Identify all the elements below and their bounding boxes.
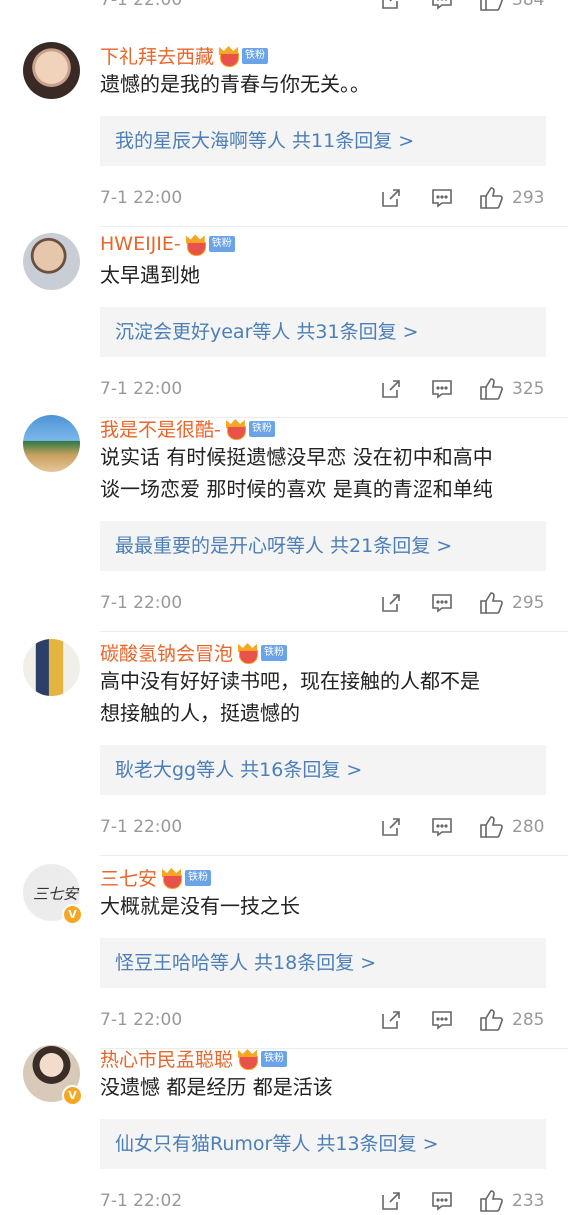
comment-username-row: 热心市民孟聪聪 铁粉	[100, 1045, 288, 1072]
fan-badge: 铁粉	[185, 869, 212, 886]
comment-meta-row: 7-1 22:02 233	[100, 1189, 550, 1215]
crown-badge-icon	[237, 643, 259, 664]
comment-username-row: 三七安 铁粉	[100, 864, 212, 891]
thumbs-up-icon[interactable]	[479, 591, 505, 615]
share-icon[interactable]	[379, 377, 403, 401]
crown-badge-icon	[225, 419, 246, 440]
comment-icon[interactable]	[430, 1189, 454, 1213]
fan-badge: 铁粉	[208, 236, 235, 252]
replies-link[interactable]: 最最重要的是开心呀等人 共21条回复 >	[100, 521, 546, 571]
share-icon[interactable]	[379, 0, 403, 12]
thumbs-up-icon[interactable]	[479, 1008, 505, 1032]
thumbs-up-icon[interactable]	[479, 186, 505, 210]
avatar-signature: 三七安	[33, 885, 79, 903]
comment-icon[interactable]	[430, 1008, 454, 1032]
comment-username-row: 我是不是很酷- 铁粉	[100, 415, 275, 442]
replies-link[interactable]: 耿老大gg等人 共16条回复 >	[100, 745, 546, 795]
comment-time: 7-1 22:00	[100, 1010, 183, 1030]
comment-text: 说实话 有时候挺遗憾没早恋 没在初中和高中 谈一场恋爱 那时候的喜欢 是真的青涩…	[100, 445, 493, 501]
avatar[interactable]	[23, 415, 80, 472]
comment-meta-row: 7-1 22:00 280	[100, 815, 550, 841]
username[interactable]: 三七安	[100, 864, 157, 891]
comment-text: 高中没有好好读书吧，现在接触的人都不是 想接触的人，挺遗憾的	[100, 669, 480, 725]
like-count: 285	[512, 1010, 545, 1030]
username[interactable]: 碳酸氢钠会冒泡	[100, 639, 233, 666]
comment-meta-row: 7-1 22:00 285	[100, 1008, 550, 1034]
divider	[100, 226, 568, 227]
comment-time: 7-1 22:00	[100, 817, 183, 837]
comment-icon[interactable]	[430, 591, 454, 615]
divider	[100, 855, 568, 856]
username[interactable]: HWEIJIE-	[100, 233, 181, 255]
share-icon[interactable]	[379, 815, 403, 839]
divider	[100, 631, 568, 632]
comment-icon[interactable]	[430, 815, 454, 839]
share-icon[interactable]	[379, 1008, 403, 1032]
thumbs-up-icon[interactable]	[479, 0, 505, 12]
comment-meta-row: 7-1 22:00 293	[100, 186, 550, 212]
thumbs-up-icon[interactable]	[479, 1189, 505, 1213]
like-count: 280	[512, 817, 545, 837]
verified-v-icon: V	[62, 1085, 83, 1106]
share-icon[interactable]	[379, 1189, 403, 1213]
comment-icon[interactable]	[430, 0, 454, 12]
replies-link[interactable]: 我的星辰大海啊等人 共11条回复 >	[100, 116, 546, 166]
replies-link[interactable]: 沉淀会更好year等人 共31条回复 >	[100, 307, 546, 357]
comment-username-row: 下礼拜去西藏 铁粉	[100, 42, 269, 69]
fan-badge: 铁粉	[248, 420, 275, 437]
thumbs-up-icon[interactable]	[479, 377, 505, 401]
thumbs-up-icon[interactable]	[479, 815, 505, 839]
like-count: 295	[512, 593, 545, 613]
comment-time: 7-1 22:00	[100, 0, 183, 10]
like-count: 233	[512, 1191, 545, 1211]
username[interactable]: 热心市民孟聪聪	[100, 1045, 233, 1072]
crown-badge-icon	[185, 234, 206, 256]
replies-link[interactable]: 怪豆王哈哈等人 共18条回复 >	[100, 938, 546, 988]
comment-time: 7-1 22:00	[100, 593, 183, 613]
comment-time: 7-1 22:00	[100, 188, 183, 208]
comment-time: 7-1 22:02	[100, 1191, 183, 1211]
comment-icon[interactable]	[430, 377, 454, 401]
comment-username-row: HWEIJIE- 铁粉	[100, 233, 235, 256]
comment-time: 7-1 22:00	[100, 379, 183, 399]
fan-badge: 铁粉	[261, 1050, 288, 1067]
username[interactable]: 下礼拜去西藏	[100, 42, 214, 69]
avatar[interactable]	[23, 42, 80, 99]
comment-text: 遗憾的是我的青春与你无关。。	[100, 72, 370, 96]
fan-badge: 铁粉	[242, 47, 269, 64]
share-icon[interactable]	[379, 591, 403, 615]
replies-link[interactable]: 仙女只有猫Rumor等人 共13条回复 >	[100, 1119, 546, 1169]
crown-badge-icon	[218, 46, 240, 67]
username[interactable]: 我是不是很酷-	[100, 415, 221, 442]
comment-text: 没遗憾 都是经历 都是活该	[100, 1075, 333, 1099]
crown-badge-icon	[161, 868, 183, 889]
comment-meta-row-top-partial: 7-1 22:00 384	[100, 0, 550, 14]
comment-meta-row: 7-1 22:00 325	[100, 377, 550, 403]
like-count: 384	[512, 0, 545, 10]
crown-badge-icon	[237, 1049, 259, 1070]
avatar[interactable]	[23, 233, 80, 290]
comment-text: 大概就是没有一技之长	[100, 894, 300, 918]
comment-icon[interactable]	[430, 186, 454, 210]
share-icon[interactable]	[379, 186, 403, 210]
fan-badge: 铁粉	[261, 644, 288, 661]
like-count: 293	[512, 188, 545, 208]
comment-text: 太早遇到她	[100, 263, 200, 287]
verified-v-icon: V	[62, 904, 83, 925]
like-count: 325	[512, 379, 545, 399]
avatar[interactable]	[23, 639, 80, 696]
comment-meta-row: 7-1 22:00 295	[100, 591, 550, 617]
comment-username-row: 碳酸氢钠会冒泡 铁粉	[100, 639, 288, 666]
